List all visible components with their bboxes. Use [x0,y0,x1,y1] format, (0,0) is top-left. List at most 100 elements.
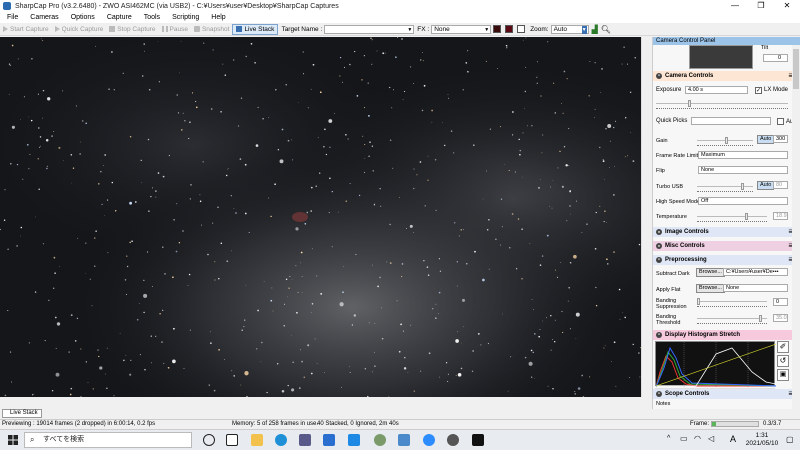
camera-preview[interactable] [0,37,641,397]
cortana-icon[interactable] [203,434,215,446]
notification-icon[interactable]: ▢ [786,435,794,444]
star [368,322,370,324]
mail-icon[interactable] [323,434,335,446]
exposure-slider[interactable] [656,100,788,107]
star [518,138,520,141]
pipette-icon[interactable]: ✐ [777,341,789,353]
reset-icon[interactable]: ↺ [777,355,789,367]
target-name-label: Target Name : [281,25,323,33]
histogram-header[interactable]: ^ Display Histogram Stretch [653,330,793,340]
close-button[interactable]: ✕ [774,0,800,12]
menu-scripting[interactable]: Scripting [165,14,204,21]
task-view-icon[interactable] [226,434,238,446]
save-icon[interactable]: ▣ [777,369,789,381]
camera-controls-header[interactable]: ^ Camera Controls ≡ [653,71,793,81]
magnifier-icon[interactable]: 🔍︎ [601,25,611,34]
zoom-app-icon[interactable] [423,434,435,446]
star [561,310,563,313]
star [129,373,132,376]
frame-rate-select[interactable]: Maximum [698,151,788,159]
subtract-dark-browse-button[interactable]: Browse... [696,268,725,277]
high-speed-select[interactable]: Off [698,197,788,205]
windows-start-icon[interactable] [8,435,18,445]
histogram-chart[interactable] [655,341,777,388]
live-stack-button[interactable]: Live Stack [232,23,279,35]
grid-icon[interactable] [517,25,526,33]
gain-auto-button[interactable]: Auto [757,135,775,144]
menu-options[interactable]: Options [64,14,100,21]
wifi-icon[interactable]: ◠ [694,434,701,443]
ime-indicator[interactable]: A [730,434,736,444]
apply-flat-browse-button[interactable]: Browse... [696,284,725,293]
turbo-usb-input[interactable]: 80 [773,181,788,189]
volume-icon[interactable]: ◁ [708,434,714,443]
misc-controls-header[interactable]: v Misc Controls ≡ [653,241,793,251]
banding-threshold-input[interactable]: 35.0 [773,314,788,322]
star [292,159,294,161]
star [119,332,121,334]
gain-slider[interactable] [697,137,753,144]
star [328,212,330,214]
scope-controls-header[interactable]: ^ Scope Controls ≡ [653,389,793,399]
quick-capture-button[interactable]: Quick Capture [52,24,107,35]
banding-threshold-slider[interactable] [697,315,767,322]
star [102,165,104,166]
app-icon[interactable] [374,434,386,446]
network-icon[interactable]: ▭ [680,434,688,443]
sharpcap-taskbar-icon[interactable] [447,434,459,446]
focus-icon[interactable] [505,25,514,33]
mail-icon[interactable] [348,434,360,446]
menu-file[interactable]: File [0,14,23,21]
stop-capture-button[interactable]: Stop Capture [106,24,158,35]
start-capture-button[interactable]: Start Capture [0,24,52,35]
apply-flat-select[interactable]: None [723,284,788,292]
terminal-icon[interactable] [472,434,484,446]
histogram-icon[interactable]: ▟ [592,25,598,34]
minimize-button[interactable]: — [722,0,748,12]
preview-scrollbar[interactable] [641,37,651,397]
star [233,208,235,210]
zoom-select[interactable]: Auto ▼ [550,24,589,34]
turbo-usb-slider[interactable] [697,183,753,190]
star [164,273,166,275]
star [462,298,465,302]
taskbar-search-input[interactable]: ⌕ すべてを検索 [24,432,192,448]
panel-scrollbar[interactable] [792,45,800,409]
live-stack-tab[interactable]: Live Stack [2,409,42,418]
banding-suppression-slider[interactable] [697,298,767,305]
star [172,359,176,364]
app-icon[interactable] [398,434,410,446]
store-icon[interactable] [299,434,311,446]
tray-up-icon[interactable]: ^ [667,435,670,442]
turbo-auto-button[interactable]: Auto [757,181,775,190]
lx-mode-checkbox[interactable]: ✓ [755,87,762,94]
file-explorer-icon[interactable] [251,434,263,446]
menu-bar: File Cameras Options Capture Tools Scrip… [0,12,800,23]
subtract-dark-select[interactable]: C:¥Users¥user¥De••• [723,268,788,276]
gain-input[interactable]: 300 [773,135,788,143]
star [458,235,460,237]
star [16,245,18,247]
snapshot-button[interactable]: Snapshot [191,24,232,35]
image-controls-header[interactable]: v Image Controls ≡ [653,227,793,237]
auto-checkbox[interactable] [777,118,784,125]
preprocessing-header[interactable]: ^ Preprocessing ≡ [653,255,793,265]
pause-button[interactable]: Pause [159,24,191,35]
edge-icon[interactable] [275,434,287,446]
system-clock[interactable]: 1:31 2021/05/10 [742,432,782,448]
menu-help[interactable]: Help [204,14,230,21]
flip-select[interactable]: None [698,166,788,174]
star [129,201,133,205]
banding-suppression-input[interactable]: 0 [773,298,788,306]
quick-picks-input[interactable] [691,117,771,125]
fx-select[interactable]: None ▼ [431,24,492,34]
star [329,146,331,148]
menu-tools[interactable]: Tools [137,14,165,21]
exposure-input[interactable]: 4.00 s [685,86,748,94]
menu-capture[interactable]: Capture [100,14,137,21]
target-name-input[interactable]: ▼ [324,24,415,34]
menu-cameras[interactable]: Cameras [23,14,63,21]
reticle-icon[interactable] [493,25,502,33]
tilt-input[interactable]: 0 [763,54,788,62]
maximize-button[interactable]: ❐ [748,0,774,12]
